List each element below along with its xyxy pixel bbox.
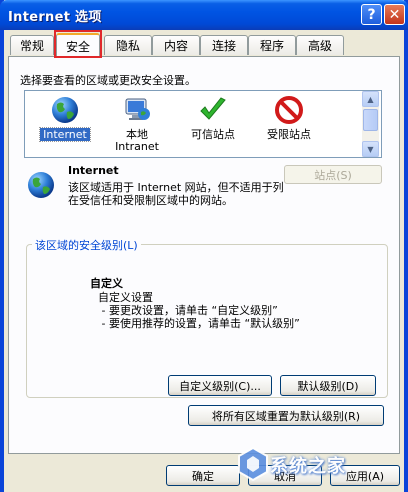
close-icon: ✕ [388, 6, 401, 23]
custom-level-button[interactable]: 自定义级别(C)... [168, 375, 272, 396]
zone-trusted-sites[interactable]: 可信站点 [173, 95, 253, 141]
tab-highlight-box [54, 30, 102, 58]
security-level-description: 自定义设置 - 要更改设置，请单击 “自定义级别” - 要使用推荐的设置，请单击… [98, 291, 300, 330]
prohibited-icon [275, 96, 303, 124]
selected-zone-description: 该区域适用于 Internet 网站，但不适用于列在受信任和受限制区域中的网站。 [68, 181, 284, 207]
zone-label: Internet [39, 127, 91, 142]
window-title: Internet 选项 [8, 10, 102, 25]
selected-zone-title: Internet [68, 164, 119, 177]
security-level-title: 自定义 [90, 277, 123, 290]
tab-programs[interactable]: 程序 [248, 35, 296, 55]
chevron-up-icon: ▲ [367, 94, 374, 104]
reset-all-zones-button[interactable]: 将所有区域重置为默认级别(R) [188, 405, 384, 426]
monitor-globe-icon [125, 98, 150, 120]
zone-local-intranet[interactable]: 本地 Intranet [97, 95, 177, 153]
default-level-button[interactable]: 默认级别(D) [280, 375, 376, 396]
zone-restricted-sites[interactable]: 受限站点 [249, 95, 329, 141]
apply-button[interactable]: 应用(A) [330, 465, 400, 486]
globe-icon [52, 97, 78, 123]
zone-list[interactable]: Internet 本地 Intranet 可信站点 受限站点 [24, 90, 382, 158]
title-bar[interactable]: Internet 选项 ? ✕ [0, 0, 408, 30]
help-icon: ? [367, 6, 376, 23]
scroll-down-button[interactable]: ▼ [362, 141, 379, 157]
globe-icon [28, 172, 54, 198]
close-button[interactable]: ✕ [384, 4, 405, 25]
chevron-down-icon: ▼ [367, 144, 374, 154]
scroll-thumb[interactable] [363, 109, 378, 131]
help-button[interactable]: ? [361, 4, 382, 25]
zone-sublabel: Intranet [115, 140, 159, 153]
zone-list-scrollbar[interactable]: ▲ ▼ [362, 91, 379, 157]
checkmark-icon [200, 97, 226, 120]
tab-content[interactable]: 内容 [152, 35, 200, 55]
security-level-group-title: 该区域的安全级别(L) [32, 237, 141, 253]
tab-advanced[interactable]: 高级 [296, 35, 344, 55]
ok-button[interactable]: 确定 [166, 465, 240, 486]
zone-label: 受限站点 [267, 128, 311, 141]
tab-privacy[interactable]: 隐私 [104, 35, 152, 55]
scroll-up-button[interactable]: ▲ [362, 91, 379, 107]
zone-label: 可信站点 [191, 128, 235, 141]
zone-internet[interactable]: Internet [25, 95, 105, 142]
zone-prompt: 选择要查看的区域或更改安全设置。 [20, 74, 196, 87]
tab-connections[interactable]: 连接 [200, 35, 248, 55]
tab-general[interactable]: 常规 [10, 35, 54, 55]
sites-button[interactable]: 站点(S) [284, 165, 382, 184]
cancel-button[interactable]: 取消 [248, 465, 322, 486]
